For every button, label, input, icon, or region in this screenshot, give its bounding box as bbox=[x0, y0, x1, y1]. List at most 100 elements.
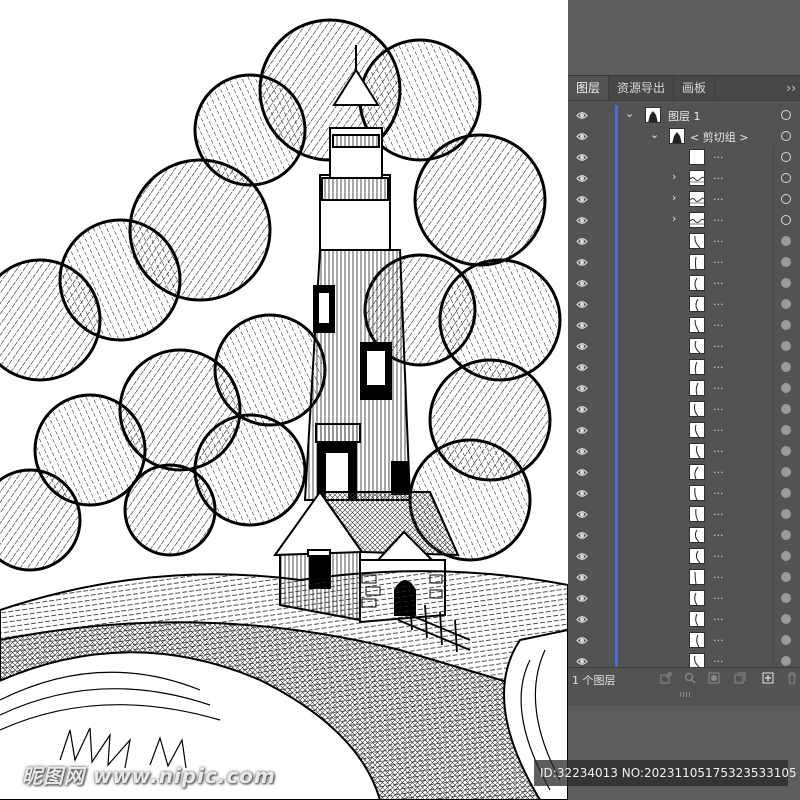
eye-icon[interactable] bbox=[576, 467, 588, 478]
target-icon[interactable] bbox=[781, 152, 791, 162]
eye-icon[interactable] bbox=[576, 110, 588, 121]
eye-icon[interactable] bbox=[576, 593, 588, 604]
new-layer-icon[interactable] bbox=[762, 672, 774, 684]
item-name[interactable]: ... bbox=[713, 274, 724, 287]
item-name[interactable]: ... bbox=[713, 316, 724, 329]
item-name[interactable]: ... bbox=[713, 547, 724, 560]
new-sublayer-icon[interactable] bbox=[734, 672, 746, 684]
tab-artboards[interactable]: 画板 bbox=[674, 76, 716, 100]
target-icon[interactable] bbox=[781, 446, 791, 456]
item-name[interactable]: ... bbox=[713, 421, 724, 434]
item-name[interactable]: ... bbox=[713, 337, 724, 350]
item-name[interactable]: ... bbox=[713, 526, 724, 539]
layer-row-item[interactable]: ... bbox=[568, 441, 800, 462]
item-name[interactable]: ... bbox=[713, 610, 724, 623]
layer-row-item[interactable]: ... bbox=[568, 336, 800, 357]
item-name[interactable]: ... bbox=[713, 211, 724, 224]
eye-icon[interactable] bbox=[576, 551, 588, 562]
item-name[interactable]: ... bbox=[713, 442, 724, 455]
target-icon[interactable] bbox=[781, 530, 791, 540]
target-icon[interactable] bbox=[781, 572, 791, 582]
layer-row-item[interactable]: ... bbox=[568, 483, 800, 504]
item-name[interactable]: ... bbox=[713, 400, 724, 413]
layer-row-item[interactable]: ... bbox=[568, 231, 800, 252]
chevron-down-icon[interactable]: ⌄ bbox=[650, 128, 659, 141]
target-icon[interactable] bbox=[781, 614, 791, 624]
eye-icon[interactable] bbox=[576, 341, 588, 352]
item-name[interactable]: ... bbox=[713, 253, 724, 266]
eye-icon[interactable] bbox=[576, 404, 588, 415]
chevron-right-icon[interactable]: › bbox=[672, 212, 676, 225]
eye-icon[interactable] bbox=[576, 614, 588, 625]
layer-row-item[interactable]: ... bbox=[568, 588, 800, 609]
target-icon[interactable] bbox=[781, 467, 791, 477]
eye-icon[interactable] bbox=[576, 635, 588, 646]
layer-row-item[interactable]: ... bbox=[568, 525, 800, 546]
search-icon[interactable] bbox=[684, 672, 696, 684]
export-icon[interactable] bbox=[660, 672, 672, 684]
layer-row-item[interactable]: ... bbox=[568, 462, 800, 483]
eye-icon[interactable] bbox=[576, 656, 588, 667]
item-name[interactable]: ... bbox=[713, 169, 724, 182]
target-icon[interactable] bbox=[781, 320, 791, 330]
layer-row-item[interactable]: ... bbox=[568, 609, 800, 630]
item-name[interactable]: ... bbox=[713, 463, 724, 476]
eye-icon[interactable] bbox=[576, 488, 588, 499]
item-name[interactable]: ... bbox=[713, 484, 724, 497]
target-icon[interactable] bbox=[781, 194, 791, 204]
layer-row-top[interactable]: ⌄ 图层 1 bbox=[568, 105, 800, 126]
clip-group-name[interactable]: < 剪切组 > bbox=[690, 129, 748, 145]
target-icon[interactable] bbox=[781, 509, 791, 519]
target-icon[interactable] bbox=[781, 362, 791, 372]
item-name[interactable]: ... bbox=[713, 589, 724, 602]
target-icon[interactable] bbox=[781, 488, 791, 498]
chevron-down-icon[interactable]: ⌄ bbox=[625, 107, 634, 120]
eye-icon[interactable] bbox=[576, 572, 588, 583]
target-icon[interactable] bbox=[781, 131, 791, 141]
eye-icon[interactable] bbox=[576, 320, 588, 331]
eye-icon[interactable] bbox=[576, 215, 588, 226]
layer-row-item[interactable]: ... bbox=[568, 546, 800, 567]
resize-grip[interactable] bbox=[680, 692, 692, 697]
target-icon[interactable] bbox=[781, 383, 791, 393]
target-icon[interactable] bbox=[781, 593, 791, 603]
layer-row-item[interactable]: ... bbox=[568, 147, 800, 168]
item-name[interactable]: ... bbox=[713, 568, 724, 581]
layer-row-item[interactable]: ... bbox=[568, 504, 800, 525]
target-icon[interactable] bbox=[781, 257, 791, 267]
layer-name[interactable]: 图层 1 bbox=[668, 108, 701, 124]
eye-icon[interactable] bbox=[576, 299, 588, 310]
eye-icon[interactable] bbox=[576, 131, 588, 142]
layer-row-item[interactable]: ... bbox=[568, 315, 800, 336]
layer-row-item[interactable]: ... bbox=[568, 378, 800, 399]
eye-icon[interactable] bbox=[576, 530, 588, 541]
layer-row-item[interactable]: ... bbox=[568, 252, 800, 273]
item-name[interactable]: ... bbox=[713, 190, 724, 203]
eye-icon[interactable] bbox=[576, 509, 588, 520]
target-icon[interactable] bbox=[781, 110, 791, 120]
item-name[interactable]: ... bbox=[713, 379, 724, 392]
item-name[interactable]: ... bbox=[713, 652, 724, 665]
layer-row-item[interactable]: ... bbox=[568, 420, 800, 441]
eye-icon[interactable] bbox=[576, 383, 588, 394]
item-name[interactable]: ... bbox=[713, 295, 724, 308]
target-icon[interactable] bbox=[781, 656, 791, 666]
item-name[interactable]: ... bbox=[713, 148, 724, 161]
target-icon[interactable] bbox=[781, 173, 791, 183]
tab-layers[interactable]: 图层 bbox=[568, 76, 610, 100]
eye-icon[interactable] bbox=[576, 152, 588, 163]
layer-row-item[interactable]: ... bbox=[568, 357, 800, 378]
target-icon[interactable] bbox=[781, 404, 791, 414]
layer-row-item[interactable]: ... bbox=[568, 399, 800, 420]
item-name[interactable]: ... bbox=[713, 232, 724, 245]
artboard-canvas[interactable] bbox=[0, 0, 568, 800]
eye-icon[interactable] bbox=[576, 236, 588, 247]
chevron-right-icon[interactable]: › bbox=[672, 170, 676, 183]
item-name[interactable]: ... bbox=[713, 631, 724, 644]
target-icon[interactable] bbox=[781, 299, 791, 309]
eye-icon[interactable] bbox=[576, 173, 588, 184]
target-icon[interactable] bbox=[781, 236, 791, 246]
target-icon[interactable] bbox=[781, 215, 791, 225]
eye-icon[interactable] bbox=[576, 425, 588, 436]
chevron-right-icon[interactable]: › bbox=[672, 191, 676, 204]
